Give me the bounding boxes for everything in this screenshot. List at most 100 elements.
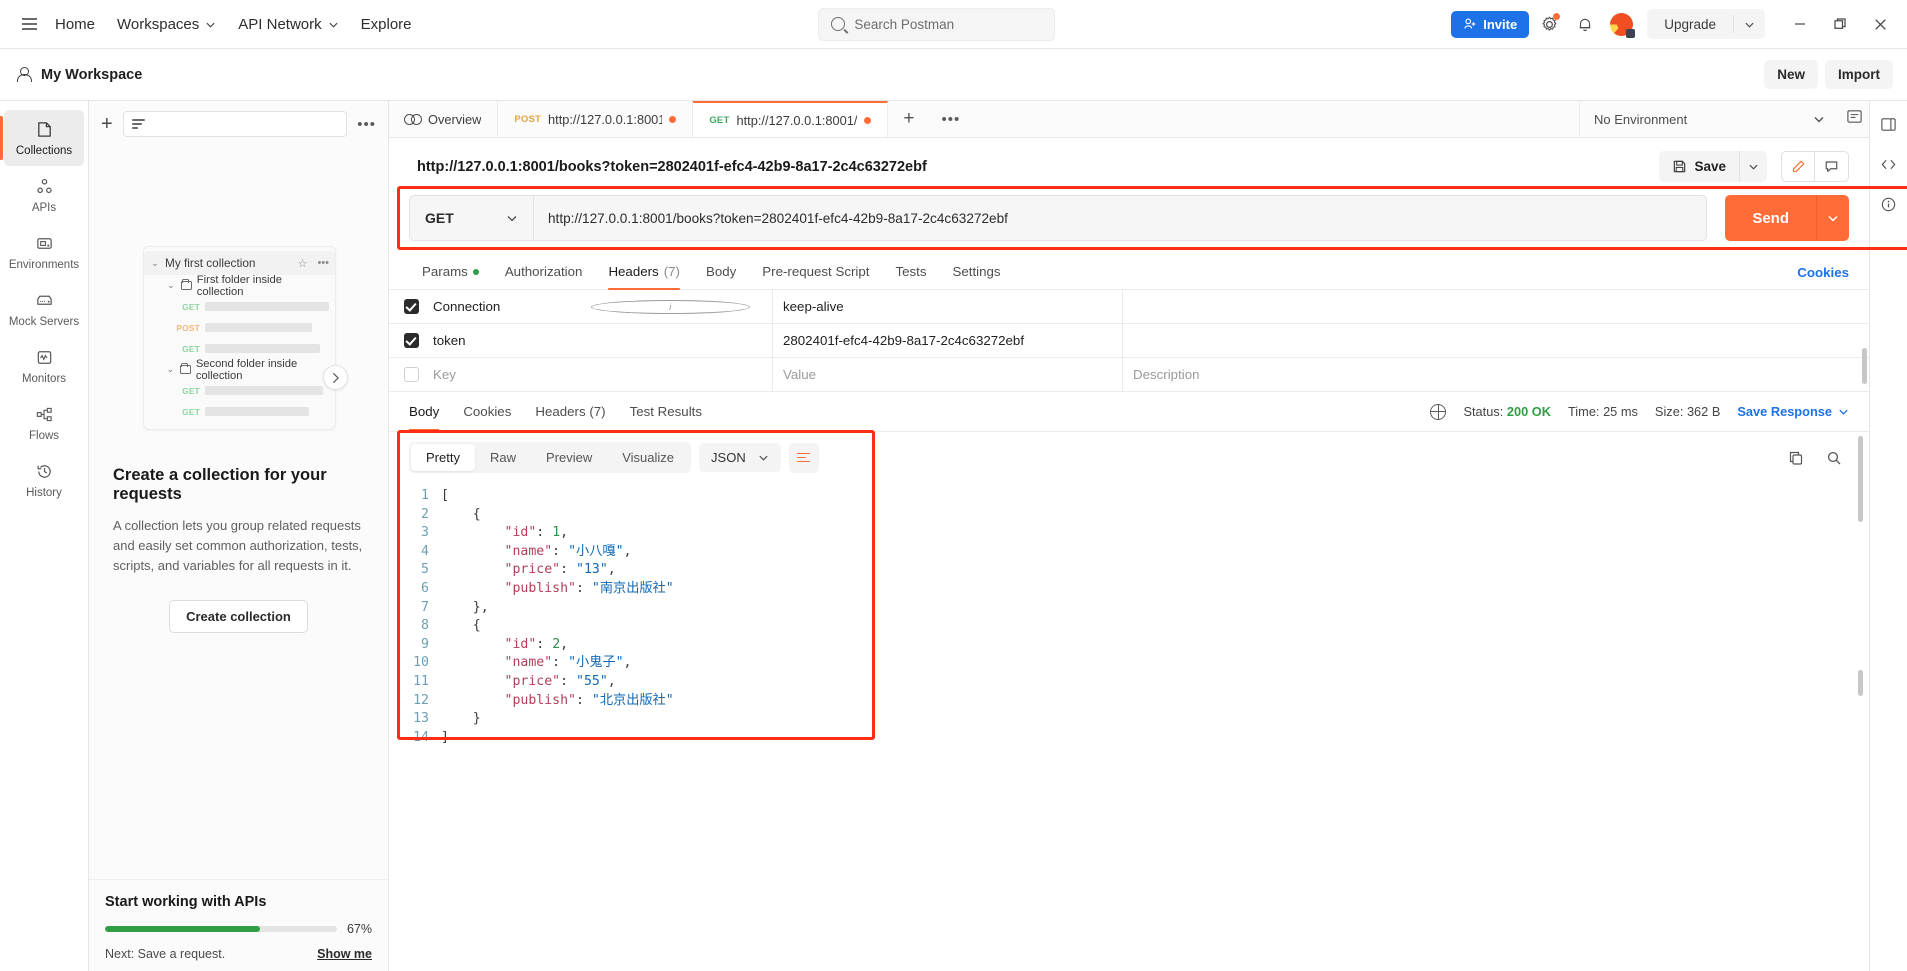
nav-item-api-network[interactable]: API Network bbox=[227, 10, 349, 39]
copy-button[interactable] bbox=[1781, 443, 1811, 473]
sidebar-more-options-button[interactable]: ••• bbox=[357, 116, 376, 133]
header-key-cell[interactable]: Connection i bbox=[433, 290, 773, 323]
response-tab-cookies[interactable]: Cookies bbox=[451, 392, 523, 432]
header-key-cell[interactable]: token bbox=[433, 324, 773, 357]
sidebar-item-apis[interactable]: APIs bbox=[4, 167, 84, 223]
table-row[interactable]: token 2802401f-efc4-42b9-8a17-2c4c63272e… bbox=[389, 324, 1869, 358]
globe-icon[interactable] bbox=[1430, 403, 1447, 420]
tab-options-button[interactable]: ••• bbox=[929, 101, 972, 137]
invite-button[interactable]: Invite bbox=[1451, 10, 1530, 38]
import-button[interactable]: Import bbox=[1825, 60, 1893, 89]
tab-pre-request-script[interactable]: Pre-request Script bbox=[749, 255, 882, 289]
sidebar-item-collections[interactable]: Collections bbox=[0, 110, 84, 166]
preview-next-button[interactable] bbox=[323, 365, 348, 390]
status-label: Status: bbox=[1463, 404, 1504, 419]
row-checkbox[interactable] bbox=[403, 333, 419, 348]
new-description-cell[interactable]: Description bbox=[1123, 358, 1869, 391]
new-tab-button[interactable]: + bbox=[888, 101, 929, 137]
nav-item-explore[interactable]: Explore bbox=[350, 10, 423, 39]
tab-settings[interactable]: Settings bbox=[939, 255, 1013, 289]
environment-quick-look-button[interactable] bbox=[1839, 101, 1869, 131]
token-key: "id" bbox=[504, 525, 537, 541]
header-description-cell[interactable] bbox=[1123, 324, 1869, 357]
info-icon[interactable]: i bbox=[590, 299, 750, 314]
response-format-selector[interactable]: JSON bbox=[699, 443, 781, 472]
info-circle-icon[interactable] bbox=[1876, 191, 1902, 217]
response-tab-test-results[interactable]: Test Results bbox=[618, 392, 714, 432]
response-scrollbar[interactable] bbox=[1858, 436, 1863, 522]
filter-input[interactable] bbox=[122, 111, 348, 137]
create-collection-button[interactable]: Create collection bbox=[169, 600, 308, 634]
response-json-viewer[interactable]: 1[2 {3 "id": 1, 4 "name": "小八嘎", 5 "price"… bbox=[389, 481, 1869, 747]
new-button[interactable]: New bbox=[1764, 60, 1818, 89]
new-value-cell[interactable]: Value bbox=[773, 358, 1123, 391]
save-dropdown-button[interactable] bbox=[1739, 151, 1767, 182]
send-dropdown-button[interactable] bbox=[1816, 195, 1849, 241]
tab-request-get[interactable]: GET http://127.0.0.1:8001/bc bbox=[693, 101, 889, 137]
tab-headers[interactable]: Headers (7) bbox=[595, 255, 693, 290]
sidebar-item-flows[interactable]: Flows bbox=[4, 395, 84, 451]
maximize-button[interactable] bbox=[1821, 7, 1859, 41]
upgrade-dropdown-button[interactable] bbox=[1734, 19, 1765, 30]
notifications-button[interactable] bbox=[1569, 8, 1601, 40]
comment-request-button[interactable] bbox=[1815, 151, 1849, 182]
user-avatar-button[interactable] bbox=[1605, 8, 1637, 40]
tab-overview[interactable]: Overview bbox=[389, 101, 499, 137]
save-button[interactable]: Save bbox=[1659, 151, 1739, 182]
environment-selector[interactable]: No Environment bbox=[1594, 112, 1825, 127]
hamburger-menu-icon[interactable] bbox=[14, 9, 44, 39]
close-button[interactable] bbox=[1861, 7, 1899, 41]
sidebar-item-history[interactable]: History bbox=[4, 452, 84, 508]
progress-percent: 67% bbox=[346, 922, 372, 936]
wrap-lines-button[interactable] bbox=[788, 442, 819, 473]
response-tab-label-body: Body bbox=[409, 404, 440, 419]
response-tab-body[interactable]: Body bbox=[409, 392, 451, 432]
send-button[interactable]: Send bbox=[1725, 195, 1816, 241]
cookies-link[interactable]: Cookies bbox=[1797, 265, 1849, 280]
show-me-link[interactable]: Show me bbox=[317, 947, 372, 961]
minimize-button[interactable] bbox=[1781, 7, 1819, 41]
tab-authorization[interactable]: Authorization bbox=[492, 255, 596, 289]
sidebar-toggle-icon[interactable] bbox=[1876, 111, 1902, 137]
response-tab-headers[interactable]: Headers (7) bbox=[523, 392, 617, 432]
url-input[interactable]: http://127.0.0.1:8001/books?token=280240… bbox=[534, 195, 1708, 241]
tab-tests[interactable]: Tests bbox=[882, 255, 939, 289]
row-checkbox[interactable] bbox=[403, 367, 419, 382]
new-key-cell[interactable]: Key bbox=[433, 358, 773, 391]
headers-scrollbar[interactable] bbox=[1862, 348, 1867, 384]
method-selector[interactable]: GET bbox=[409, 195, 534, 241]
response-scrollbar-lower[interactable] bbox=[1858, 670, 1863, 696]
chevron-down-icon bbox=[1749, 164, 1758, 170]
add-collection-button[interactable]: + bbox=[101, 114, 113, 134]
table-row[interactable]: Connection i keep-alive bbox=[389, 290, 1869, 324]
viewer-tab-preview[interactable]: Preview bbox=[531, 444, 607, 471]
header-value-cell[interactable]: keep-alive bbox=[773, 290, 1123, 323]
line-content: }, bbox=[441, 599, 489, 618]
settings-button[interactable] bbox=[1533, 8, 1565, 40]
search-response-button[interactable] bbox=[1819, 443, 1849, 473]
viewer-tab-raw[interactable]: Raw bbox=[475, 444, 531, 471]
code-snippet-icon[interactable] bbox=[1876, 151, 1902, 177]
save-response-button[interactable]: Save Response bbox=[1737, 404, 1849, 419]
viewer-tab-pretty[interactable]: Pretty bbox=[411, 444, 475, 471]
token-str: "13" bbox=[576, 562, 608, 578]
nav-item-workspaces[interactable]: Workspaces bbox=[106, 10, 227, 39]
row-checkbox[interactable] bbox=[403, 299, 419, 314]
nav-item-home[interactable]: Home bbox=[44, 10, 106, 39]
tab-request-post[interactable]: POST http://127.0.0.1:8001/u bbox=[498, 101, 694, 137]
upgrade-button[interactable]: Upgrade bbox=[1647, 17, 1733, 32]
sidebar-item-monitors[interactable]: Monitors bbox=[4, 338, 84, 394]
workspace-selector[interactable]: My Workspace bbox=[16, 66, 142, 83]
code-line: 6 "publish": "南京出版社" bbox=[389, 580, 1869, 599]
viewer-tab-visualize[interactable]: Visualize bbox=[607, 444, 689, 471]
sidebar-item-mock-servers[interactable]: Mock Servers bbox=[4, 281, 84, 337]
tab-label-body: Body bbox=[705, 264, 737, 279]
sidebar-item-environments[interactable]: Environments bbox=[4, 224, 84, 280]
header-description-cell[interactable] bbox=[1123, 290, 1869, 323]
table-row-new[interactable]: Key Value Description bbox=[389, 358, 1869, 392]
search-input[interactable]: Search Postman bbox=[818, 7, 1056, 41]
edit-request-button[interactable] bbox=[1781, 151, 1815, 182]
header-value-cell[interactable]: 2802401f-efc4-42b9-8a17-2c4c63272ebf bbox=[773, 324, 1123, 357]
tab-params[interactable]: Params bbox=[409, 255, 492, 289]
tab-body[interactable]: Body bbox=[693, 255, 749, 289]
